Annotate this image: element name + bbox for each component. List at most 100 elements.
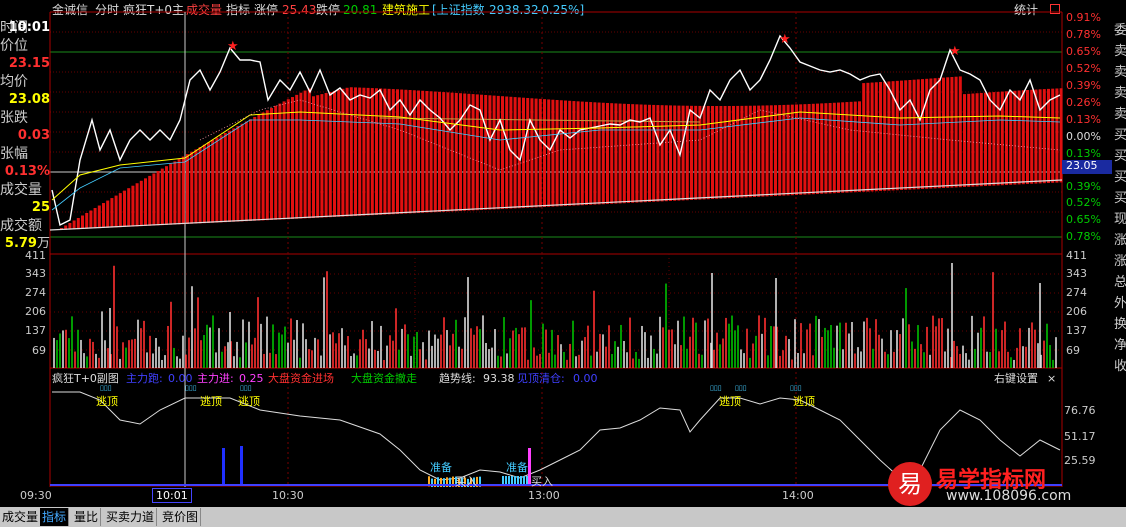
t0-bar — [976, 93, 979, 186]
t0-bar — [1030, 90, 1033, 184]
t0-bar — [732, 106, 735, 198]
escape-label: 逃顶 — [793, 393, 815, 409]
t0-bar — [165, 166, 168, 225]
t0-bar — [283, 101, 286, 219]
settings-link[interactable]: 右键设置 — [994, 371, 1038, 387]
t0-bar — [1043, 89, 1046, 183]
t0-bar — [77, 218, 80, 229]
price-scale-tick: 0.65% — [1066, 46, 1101, 58]
t0-bar — [593, 102, 596, 204]
t0-bar — [346, 88, 349, 217]
tab-volume-ratio[interactable]: 量比 — [72, 508, 101, 526]
t0-bar — [144, 178, 147, 226]
t0-bar — [94, 208, 97, 228]
t0-bar — [984, 93, 987, 186]
t0-bar — [136, 183, 139, 226]
t0-bar — [959, 76, 962, 187]
tab-volume[interactable]: 成交量 — [0, 508, 41, 526]
t0-bar — [1055, 88, 1058, 182]
t0-bar — [1022, 90, 1025, 184]
order-book-label: 买 — [1114, 167, 1126, 188]
escape-label: 逃顶 — [719, 393, 741, 409]
volume-scale-tick: 343 — [1066, 268, 1087, 280]
t0-bar — [409, 90, 412, 213]
t0-bar — [262, 112, 265, 220]
t0-bar — [749, 106, 752, 197]
t0-bar — [782, 105, 785, 196]
order-book-column: 委卖卖卖卖买买买买现涨涨总外换净收 — [1114, 20, 1126, 520]
t0-bar — [493, 96, 496, 210]
main-in-value: 0.25 — [239, 371, 264, 387]
t0-bar — [89, 211, 92, 229]
t0-bar — [988, 92, 991, 185]
t0-bar — [1013, 91, 1016, 185]
t0-bar — [161, 169, 164, 226]
tab-auction[interactable]: 竞价图 — [160, 508, 201, 526]
t0-bar — [619, 104, 622, 204]
t0-bar — [505, 96, 508, 208]
t0-bar — [833, 103, 836, 193]
trend-value: 93.38 — [483, 371, 515, 387]
t0-bar — [564, 101, 567, 206]
t0-bar — [329, 92, 332, 217]
t0-bar — [820, 103, 823, 193]
t0-bar — [232, 128, 235, 221]
t0-bar — [938, 78, 941, 188]
t0-bar — [950, 77, 953, 188]
t0-bar — [173, 161, 176, 224]
indicator-scale-tick: 51.17 — [1064, 431, 1096, 443]
t0-bar — [757, 106, 760, 197]
t0-bar — [304, 91, 307, 219]
tab-indicator[interactable]: 指标 — [40, 508, 69, 526]
t0-bar — [199, 147, 202, 223]
t0-bar — [241, 124, 244, 222]
t0-bar — [770, 105, 773, 196]
close-icon[interactable]: × — [1047, 371, 1056, 387]
t0-bar — [728, 106, 731, 198]
t0-bar — [656, 105, 659, 202]
order-book-label: 卖 — [1114, 62, 1126, 83]
t0-bar — [606, 103, 609, 204]
t0-bar — [913, 80, 916, 190]
t0-bar — [682, 106, 685, 201]
price-scale-tick: 0.52% — [1066, 63, 1101, 75]
intraday-chart[interactable]: ★ ★★ ▯▯▯ ▯▯▯ ▯▯▯ ▯▯▯ ▯▯▯ ▯▯▯ — [0, 0, 1126, 527]
t0-bar — [1005, 91, 1008, 185]
t0-bar — [358, 88, 361, 216]
t0-bar — [354, 87, 357, 216]
volume-scale-tick-left: 411 — [4, 250, 46, 262]
t0-bar — [866, 83, 869, 192]
sub-title[interactable]: 疯狂T+0副图 — [52, 371, 119, 387]
tab-buy-sell-force[interactable]: 买卖力道 — [104, 508, 157, 526]
main-out-bar — [222, 448, 225, 486]
t0-bar — [274, 106, 277, 220]
t0-bar — [753, 106, 756, 197]
t0-bar — [400, 90, 403, 214]
volume-scale-tick-left: 206 — [4, 306, 46, 318]
bottom-tab-bar: 成交量 指标 量比 买卖力道 竞价图 — [0, 507, 1126, 527]
t0-bar — [291, 97, 294, 219]
t0-bar — [967, 94, 970, 187]
t0-bar — [942, 78, 945, 188]
order-book-label: 涨 — [1114, 251, 1126, 272]
t0-bar — [379, 88, 382, 214]
t0-bar — [1034, 90, 1037, 184]
t0-bar — [829, 103, 832, 193]
t0-bar — [518, 97, 521, 208]
t0-bar — [476, 94, 479, 210]
t0-bar — [169, 164, 172, 225]
t0-bar — [362, 88, 365, 216]
t0-bar — [1009, 91, 1012, 185]
trend-label: 趋势线: — [439, 371, 476, 387]
t0-bar — [451, 93, 454, 212]
t0-bar — [971, 94, 974, 187]
t0-bar — [194, 149, 197, 223]
t0-bar — [207, 142, 210, 223]
order-book-label: 总 — [1114, 272, 1126, 293]
time-tick: 09:30 — [20, 489, 52, 502]
price-scale-tick: 0.91% — [1066, 12, 1101, 24]
sub-chart-header: 疯狂T+0副图 主力跑: 0.00 主力进: 0.25 大盘资金进场 大盘资金撤… — [50, 371, 1065, 387]
watermark-logo: 易 — [888, 462, 932, 506]
t0-bar — [266, 110, 269, 220]
t0-bar — [350, 87, 353, 216]
